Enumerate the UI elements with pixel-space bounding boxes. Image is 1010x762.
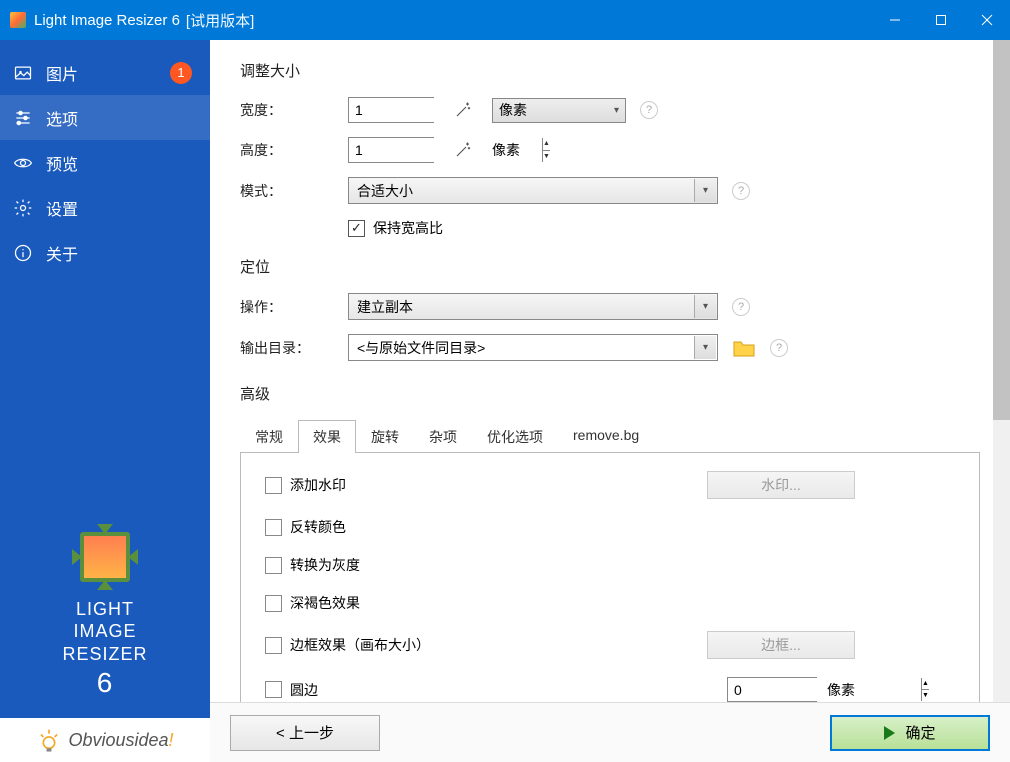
rounded-input[interactable] <box>728 678 921 701</box>
height-label: 高度： <box>240 140 348 160</box>
tab-optimize[interactable]: 优化选项 <box>472 420 558 453</box>
chevron-down-icon: ▾ <box>694 179 716 202</box>
tab-general[interactable]: 常规 <box>240 420 298 453</box>
border-checkbox[interactable] <box>265 637 282 654</box>
sidebar-item-preview[interactable]: 预览 <box>0 140 210 185</box>
ok-button[interactable]: 确定 <box>830 715 990 751</box>
grayscale-checkbox[interactable] <box>265 557 282 574</box>
output-dir-select[interactable]: <与原始文件同目录> ▾ <box>348 334 718 361</box>
chevron-down-icon: ▾ <box>694 295 716 318</box>
height-spinner[interactable]: ▲▼ <box>348 137 434 163</box>
advanced-tabs: 常规 效果 旋转 杂项 优化选项 remove.bg <box>240 420 980 453</box>
sidebar-item-label: 设置 <box>46 196 78 220</box>
border-button[interactable]: 边框... <box>707 631 855 659</box>
sepia-checkbox[interactable] <box>265 595 282 612</box>
spin-down[interactable]: ▼ <box>543 151 550 163</box>
magic-wand-icon[interactable] <box>452 139 474 161</box>
minimize-button[interactable] <box>872 0 918 40</box>
prev-button[interactable]: < 上一步 <box>230 715 380 751</box>
watermark-checkbox[interactable] <box>265 477 282 494</box>
section-positioning: 定位 <box>240 256 980 277</box>
mode-select[interactable]: 合适大小 ▾ <box>348 177 718 204</box>
rounded-unit: 像素 <box>827 680 855 700</box>
sidebar: 图片 1 选项 预览 设置 关于 <box>0 40 210 762</box>
tab-removebg[interactable]: remove.bg <box>558 420 654 453</box>
keep-ratio-label: 保持宽高比 <box>373 218 443 238</box>
spin-up[interactable]: ▲ <box>922 678 929 690</box>
output-dir-label: 输出目录： <box>240 338 348 358</box>
sidebar-item-label: 预览 <box>46 151 78 175</box>
sidebar-item-settings[interactable]: 设置 <box>0 185 210 230</box>
magic-wand-icon[interactable] <box>452 99 474 121</box>
width-label: 宽度： <box>240 100 348 120</box>
sidebar-item-label: 关于 <box>46 241 78 265</box>
width-spinner[interactable]: ▲▼ <box>348 97 434 123</box>
action-select[interactable]: 建立副本 ▾ <box>348 293 718 320</box>
sidebar-item-label: 图片 <box>46 61 78 85</box>
eye-icon <box>12 152 34 174</box>
gear-icon <box>12 197 34 219</box>
section-advanced: 高级 <box>240 383 980 404</box>
close-button[interactable] <box>964 0 1010 40</box>
tab-panel-effects: 添加水印 水印... 反转颜色 转换为灰度 深褐色效果 边框效果（画 <box>240 453 980 702</box>
tab-rotate[interactable]: 旋转 <box>356 420 414 453</box>
bottom-bar: < 上一步 确定 <box>210 702 1010 762</box>
images-count-badge: 1 <box>170 62 192 84</box>
tab-effects[interactable]: 效果 <box>298 420 356 453</box>
height-unit-text: 像素 <box>492 140 520 160</box>
sidebar-item-label: 选项 <box>46 106 78 130</box>
sidebar-item-images[interactable]: 图片 1 <box>0 50 210 95</box>
titlebar: Light Image Resizer 6 [试用版本] <box>0 0 1010 40</box>
window-title-suffix: [试用版本] <box>186 10 254 31</box>
maximize-button[interactable] <box>918 0 964 40</box>
width-unit-select[interactable]: 像素▾ <box>492 98 626 123</box>
action-label: 操作： <box>240 297 348 317</box>
watermark-button[interactable]: 水印... <box>707 471 855 499</box>
image-icon <box>12 62 34 84</box>
logo-text: LIGHT IMAGE RESIZER 6 <box>0 598 210 701</box>
tab-misc[interactable]: 杂项 <box>414 420 472 453</box>
spin-down[interactable]: ▼ <box>922 690 929 701</box>
chevron-down-icon: ▾ <box>614 105 619 116</box>
sliders-icon <box>12 107 34 129</box>
help-icon[interactable]: ? <box>770 339 788 357</box>
sidebar-item-about[interactable]: 关于 <box>0 230 210 275</box>
mode-label: 模式： <box>240 181 348 201</box>
content-area: 调整大小 宽度： ▲▼ 像素▾ ? 高度： ▲▼ <box>210 40 1010 762</box>
invert-checkbox[interactable] <box>265 519 282 536</box>
chevron-down-icon: ▾ <box>694 336 716 359</box>
keep-ratio-checkbox[interactable]: ✓ <box>348 220 365 237</box>
section-resize: 调整大小 <box>240 60 980 81</box>
play-icon <box>884 726 895 740</box>
window-title: Light Image Resizer 6 <box>34 12 180 29</box>
scrollbar-thumb[interactable] <box>993 40 1010 420</box>
info-icon <box>12 242 34 264</box>
help-icon[interactable]: ? <box>732 182 750 200</box>
lightbulb-icon <box>36 728 62 754</box>
folder-icon[interactable] <box>732 338 756 358</box>
rounded-checkbox[interactable] <box>265 681 282 698</box>
help-icon[interactable]: ? <box>640 101 658 119</box>
rounded-spinner[interactable]: ▲▼ <box>727 677 817 702</box>
app-logo: LIGHT IMAGE RESIZER 6 <box>0 526 210 719</box>
sidebar-item-options[interactable]: 选项 <box>0 95 210 140</box>
help-icon[interactable]: ? <box>732 298 750 316</box>
logo-graphic <box>74 526 136 588</box>
app-icon <box>10 12 26 28</box>
brand-footer[interactable]: Obviousidea! <box>0 718 210 762</box>
spin-up[interactable]: ▲ <box>543 138 550 151</box>
